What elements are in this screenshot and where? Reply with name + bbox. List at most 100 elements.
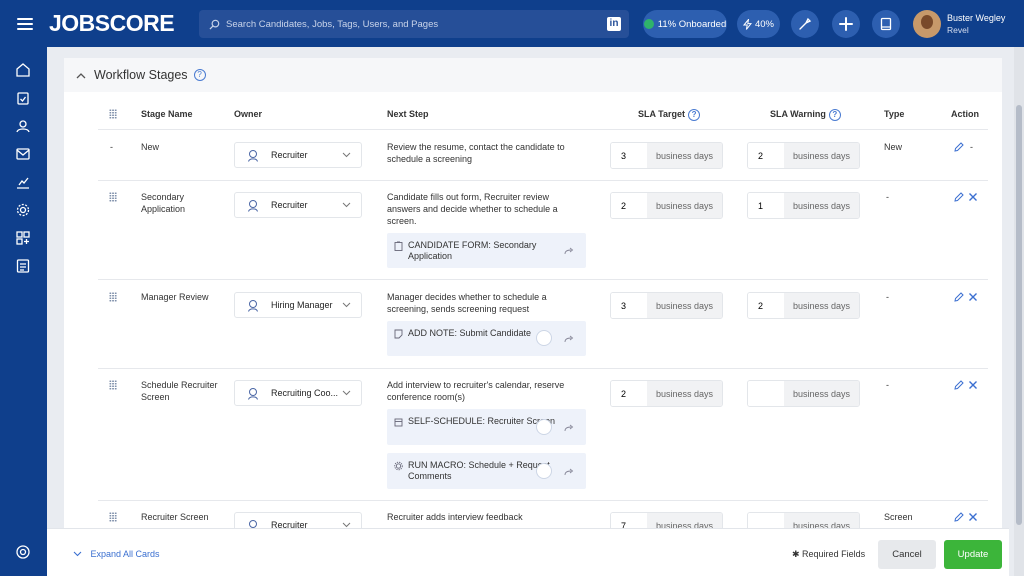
drag-handle-icon[interactable] — [109, 380, 117, 390]
list-icon[interactable] — [15, 258, 31, 274]
share-icon[interactable] — [564, 247, 574, 255]
chevron-down-icon — [342, 522, 351, 528]
add-button[interactable] — [832, 10, 860, 38]
support-icon[interactable] — [15, 544, 31, 560]
help-icon[interactable]: ? — [193, 69, 206, 81]
onboarding-progress-button[interactable]: 11% Onboarded — [643, 10, 727, 38]
sla-target-input[interactable] — [611, 293, 647, 318]
reports-icon[interactable] — [15, 174, 31, 190]
sla-warning-field[interactable]: business days — [747, 142, 860, 169]
sla-warning-help-icon[interactable]: ? — [828, 109, 841, 121]
inbox-icon[interactable] — [15, 146, 31, 162]
stage-name: Secondary Application — [141, 192, 186, 214]
edit-icon[interactable] — [954, 380, 964, 390]
sla-warning-input[interactable] — [748, 293, 784, 318]
form-icon — [394, 241, 403, 251]
jobscore-logo[interactable]: JOBSCORE — [49, 10, 175, 37]
drag-handle-icon[interactable] — [109, 192, 117, 202]
clipboard-check-icon[interactable] — [15, 90, 31, 106]
sla-target-input[interactable] — [611, 513, 647, 528]
section-header[interactable]: Workflow Stages ? — [64, 58, 1002, 92]
avatar[interactable] — [913, 10, 941, 38]
stage-type: New — [884, 142, 903, 152]
action-card-label: CANDIDATE FORM: Secondary Application — [408, 240, 537, 261]
sla-target-field[interactable]: business days — [610, 380, 723, 407]
owner-select[interactable]: Recruiter — [234, 142, 362, 168]
edit-icon[interactable] — [954, 142, 964, 152]
linkedin-icon[interactable]: in — [607, 17, 621, 31]
sla-target-input[interactable] — [611, 381, 647, 406]
scrollbar-thumb[interactable] — [1016, 105, 1022, 525]
update-button[interactable]: Update — [944, 540, 1002, 569]
share-icon[interactable] — [564, 335, 574, 343]
header-action: Action — [951, 109, 979, 119]
sla-warning-input[interactable] — [748, 143, 784, 168]
home-icon[interactable] — [15, 62, 31, 78]
expand-all-cards-link[interactable]: Expand All Cards — [73, 549, 160, 559]
plus-icon — [839, 17, 853, 31]
drag-handle-icon[interactable] — [109, 292, 117, 302]
stage-name: New — [141, 142, 160, 152]
sla-target-field[interactable]: business days — [610, 192, 723, 219]
drag-handle-icon[interactable] — [109, 512, 117, 522]
chevron-down-icon — [342, 152, 351, 158]
candidate-form-card[interactable]: CANDIDATE FORM: Secondary Application — [387, 233, 586, 268]
required-fields-note: ✱ Required Fields — [792, 549, 865, 560]
delete-icon[interactable] — [968, 292, 978, 302]
chevron-up-icon[interactable] — [76, 72, 86, 79]
owner-select[interactable]: Recruiter — [234, 192, 362, 218]
share-icon[interactable] — [564, 468, 574, 476]
next-step-text: Candidate fills out form, Recruiter revi… — [387, 192, 558, 226]
workflow-stages-panel: Workflow Stages ? Stage Name Owner Next … — [64, 58, 1002, 528]
scrollbar[interactable] — [1014, 47, 1024, 576]
cancel-button[interactable]: Cancel — [878, 540, 936, 569]
self-schedule-card[interactable]: SELF-SCHEDULE: Recruiter Screen — [387, 409, 586, 445]
sla-target-help-icon[interactable]: ? — [688, 109, 701, 121]
expand-all-cards-label: Expand All Cards — [90, 549, 160, 559]
delete-icon[interactable] — [968, 380, 978, 390]
sla-warning-field[interactable]: business days — [747, 512, 860, 528]
candidates-icon[interactable] — [15, 118, 31, 134]
sla-target-field[interactable]: business days — [610, 142, 723, 169]
sla-warning-field[interactable]: business days — [747, 192, 860, 219]
sla-warning-unit: business days — [784, 143, 859, 168]
owner-select[interactable]: Recruiting Coo... — [234, 380, 362, 406]
footer-bar: Expand All Cards ✱ Required Fields Cance… — [47, 528, 1009, 576]
activity-percent-button[interactable]: 40% — [737, 10, 780, 38]
sla-target-field[interactable]: business days — [610, 512, 723, 528]
sla-warning-field[interactable]: business days — [747, 292, 860, 319]
chevron-down-icon — [73, 551, 82, 557]
owner-select[interactable]: Hiring Manager — [234, 292, 362, 318]
search-input[interactable] — [226, 18, 606, 30]
apps-icon[interactable] — [15, 230, 31, 246]
add-note-card[interactable]: ADD NOTE: Submit Candidate — [387, 321, 586, 356]
divider — [98, 500, 988, 501]
sla-warning-input[interactable] — [748, 513, 784, 528]
sla-warning-field[interactable]: business days — [747, 380, 860, 407]
sla-target-input[interactable] — [611, 193, 647, 218]
stage-name: Manager Review — [141, 292, 209, 302]
sla-warning-unit: business days — [784, 293, 859, 318]
help-book-button[interactable] — [872, 10, 900, 38]
sla-target-field[interactable]: business days — [610, 292, 723, 319]
gear-icon[interactable] — [15, 202, 31, 218]
run-macro-card[interactable]: RUN MACRO: Schedule + Request Comments — [387, 453, 586, 489]
tools-button[interactable] — [791, 10, 819, 38]
onboarding-progress-icon — [643, 19, 654, 29]
sla-warning-input[interactable] — [748, 193, 784, 218]
user-name[interactable]: Buster Wegley — [947, 13, 1005, 23]
owner-value: Hiring Manager — [271, 300, 333, 310]
edit-icon[interactable] — [954, 512, 964, 522]
edit-icon[interactable] — [954, 292, 964, 302]
owner-select[interactable]: Recruiter — [234, 512, 362, 528]
delete-icon[interactable] — [968, 512, 978, 522]
menu-icon[interactable] — [17, 17, 33, 30]
search-icon — [209, 19, 220, 30]
edit-icon[interactable] — [954, 192, 964, 202]
stage-type: - — [886, 380, 889, 390]
sla-target-input[interactable] — [611, 143, 647, 168]
global-search[interactable]: in — [199, 10, 629, 38]
delete-icon[interactable] — [968, 192, 978, 202]
share-icon[interactable] — [564, 424, 574, 432]
sla-warning-input[interactable] — [748, 381, 784, 406]
